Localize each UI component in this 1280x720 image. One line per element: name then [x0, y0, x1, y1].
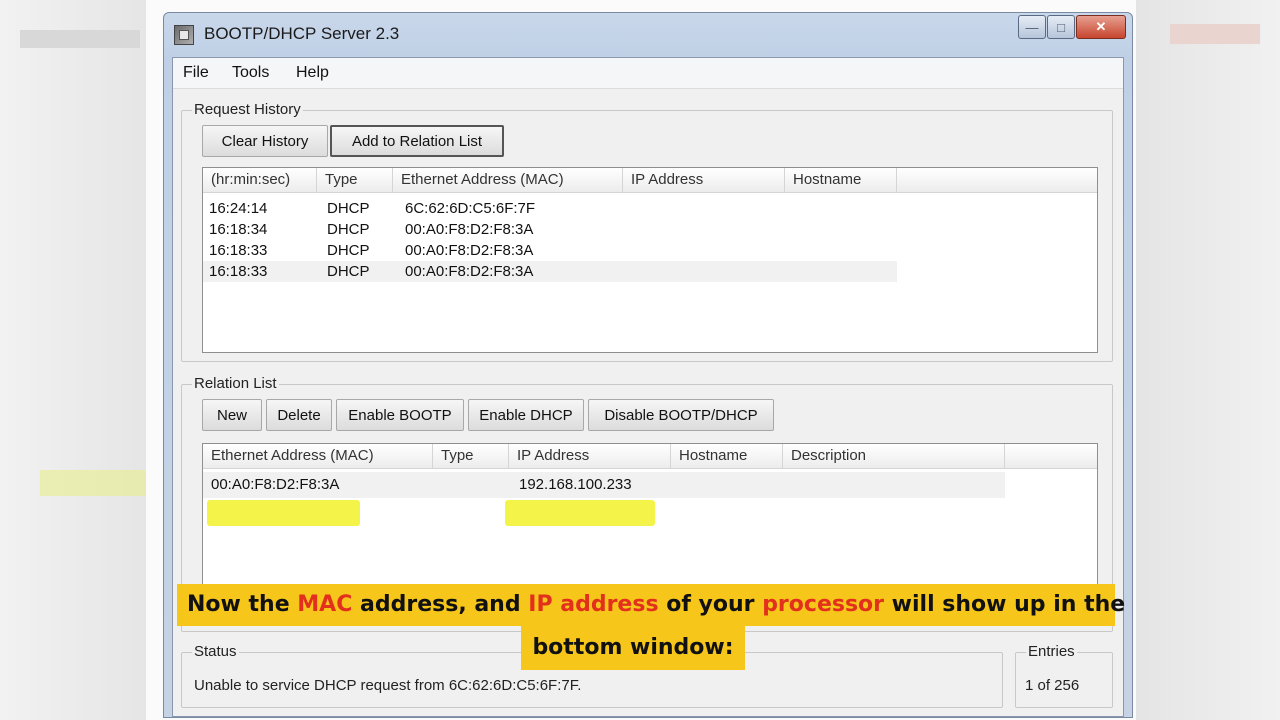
blurred-background-right — [1132, 0, 1280, 720]
caption-mac-keyword: MAC — [297, 592, 353, 617]
mac-cell: 00:A0:F8:D2:F8:3A — [405, 221, 534, 238]
table-row[interactable]: 16:18:33 DHCP 00:A0:F8:D2:F8:3A — [203, 240, 897, 261]
relation-list-label: Relation List — [192, 375, 279, 392]
request-history-group: Request History Clear History Add to Rel… — [181, 101, 1113, 362]
hostname-cell — [791, 240, 797, 261]
column-ip[interactable]: IP Address — [509, 444, 671, 468]
blurred-bar — [1170, 24, 1260, 44]
caption-text: will show up in the — [884, 592, 1126, 617]
table-row-text: 00:A0:F8:D2:F8:3A 192.168.100.233 — [203, 474, 1005, 495]
clear-history-button[interactable]: Clear History — [202, 125, 328, 157]
time-cell: 16:18:33 — [209, 242, 268, 259]
blurred-background-left — [0, 0, 160, 720]
type-cell: DHCP — [327, 221, 370, 238]
request-history-label: Request History — [192, 101, 303, 118]
mac-highlight — [207, 500, 360, 526]
caption-text: Now the — [187, 592, 298, 617]
status-message: Unable to service DHCP request from 6C:6… — [194, 677, 582, 694]
add-to-relation-list-button[interactable]: Add to Relation List — [330, 125, 504, 157]
time-cell: 16:18:34 — [209, 221, 268, 238]
enable-dhcp-button[interactable]: Enable DHCP — [468, 399, 584, 431]
column-mac[interactable]: Ethernet Address (MAC) — [393, 168, 623, 192]
caption-text: of your — [658, 592, 763, 617]
ip-cell: 192.168.100.233 — [519, 476, 632, 493]
enable-bootp-button[interactable]: Enable BOOTP — [336, 399, 464, 431]
caption-ip-keyword: IP address — [528, 592, 659, 617]
blurred-highlight — [40, 470, 150, 496]
type-cell: DHCP — [327, 242, 370, 259]
caption-processor-keyword: processor — [762, 592, 885, 617]
ip-highlight — [505, 500, 655, 526]
time-cell: 16:18:33 — [209, 263, 268, 280]
caption-text: address, and — [352, 592, 529, 617]
entries-label: Entries — [1026, 643, 1077, 660]
menu-help[interactable]: Help — [296, 64, 329, 82]
table-row[interactable]: 16:24:14 DHCP 6C:62:6D:C5:6F:7F — [203, 198, 897, 219]
hostname-cell — [791, 219, 797, 240]
ip-cell — [629, 219, 635, 240]
maximize-icon: □ — [1057, 19, 1065, 35]
entries-count: 1 of 256 — [1025, 677, 1080, 694]
hostname-cell — [791, 261, 797, 282]
title-bar[interactable]: BOOTP/DHCP Server 2.3 — □ ✕ — [164, 13, 1132, 57]
table-row[interactable]: 16:18:33 DHCP 00:A0:F8:D2:F8:3A — [203, 261, 897, 282]
caption-line-1: Now the MAC address, and IP address of y… — [177, 584, 1125, 626]
table-row[interactable]: 16:18:34 DHCP 00:A0:F8:D2:F8:3A — [203, 219, 897, 240]
column-type[interactable]: Type — [317, 168, 393, 192]
window-controls: — □ ✕ — [1017, 15, 1126, 41]
hostname-cell — [791, 198, 797, 219]
menu-tools[interactable]: Tools — [232, 64, 269, 82]
ip-cell — [629, 198, 635, 219]
entries-group: Entries 1 of 256 — [1015, 643, 1113, 708]
type-cell: DHCP — [327, 263, 370, 280]
request-history-list[interactable]: (hr:min:sec) Type Ethernet Address (MAC)… — [202, 167, 1098, 353]
minimize-button[interactable]: — — [1018, 15, 1046, 39]
relation-list-header: Ethernet Address (MAC) Type IP Address H… — [203, 444, 1097, 469]
type-cell — [435, 474, 441, 495]
menu-file[interactable]: File — [183, 64, 209, 82]
time-cell: 16:24:14 — [209, 200, 268, 217]
status-label: Status — [192, 643, 239, 660]
window-title: BOOTP/DHCP Server 2.3 — [204, 24, 400, 43]
mac-cell: 00:A0:F8:D2:F8:3A — [211, 476, 340, 493]
description-cell — [787, 474, 793, 495]
hostname-cell — [675, 474, 681, 495]
request-history-header: (hr:min:sec) Type Ethernet Address (MAC)… — [203, 168, 1097, 193]
blurred-bar — [20, 30, 140, 48]
column-time[interactable]: (hr:min:sec) — [203, 168, 317, 192]
column-mac[interactable]: Ethernet Address (MAC) — [203, 444, 433, 468]
mac-cell: 00:A0:F8:D2:F8:3A — [405, 242, 534, 259]
ip-cell — [629, 240, 635, 261]
ip-cell — [629, 261, 635, 282]
maximize-button[interactable]: □ — [1047, 15, 1075, 39]
mac-cell: 00:A0:F8:D2:F8:3A — [405, 263, 534, 280]
new-button[interactable]: New — [202, 399, 262, 431]
caption-line-2: bottom window: — [521, 626, 745, 670]
close-icon: ✕ — [1095, 19, 1107, 34]
column-type[interactable]: Type — [433, 444, 509, 468]
delete-button[interactable]: Delete — [266, 399, 332, 431]
column-hostname[interactable]: Hostname — [671, 444, 783, 468]
column-ip[interactable]: IP Address — [623, 168, 785, 192]
column-description[interactable]: Description — [783, 444, 1005, 468]
type-cell: DHCP — [327, 200, 370, 217]
minimize-icon: — — [1025, 19, 1039, 35]
column-hostname[interactable]: Hostname — [785, 168, 897, 192]
close-button[interactable]: ✕ — [1076, 15, 1126, 39]
disable-bootp-dhcp-button[interactable]: Disable BOOTP/DHCP — [588, 399, 774, 431]
menu-bar: File Tools Help — [173, 58, 1123, 89]
app-icon — [174, 25, 194, 45]
mac-cell: 6C:62:6D:C5:6F:7F — [405, 200, 536, 217]
